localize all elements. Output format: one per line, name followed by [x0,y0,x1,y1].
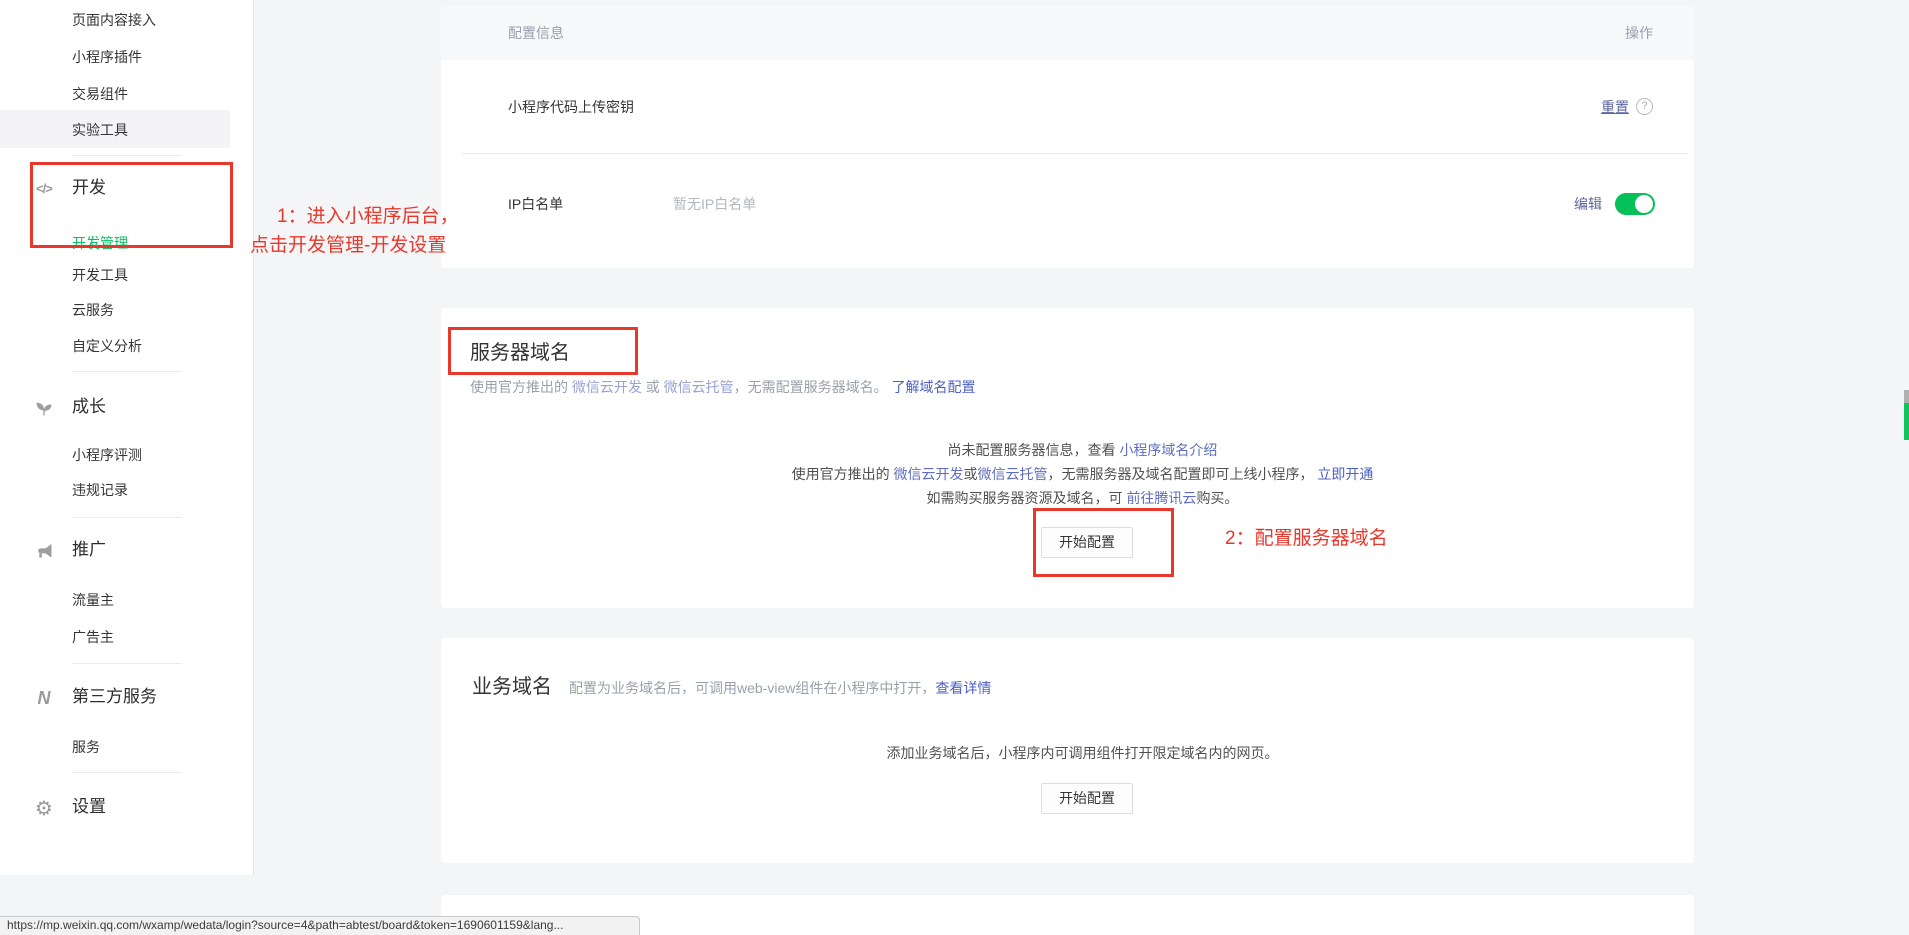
business-domain-start-config-button[interactable]: 开始配置 [1041,783,1133,814]
sidebar-item-plugin[interactable]: 小程序插件 [72,47,142,67]
server-domain-desc: 使用官方推出的 微信云开发 或 微信云托管，无需配置服务器域名。 了解域名配置 [470,377,976,397]
floating-widget-sliver[interactable] [1904,390,1909,440]
sidebar-section-settings[interactable]: ⚙ 设置 [0,794,253,820]
server-domain-card: 服务器域名 使用官方推出的 微信云开发 或 微信云托管，无需配置服务器域名。 了… [441,308,1694,608]
annotation-box-dev-menu [30,162,233,248]
business-domain-title: 业务域名 [472,670,552,699]
sidebar-item-trade[interactable]: 交易组件 [72,84,128,104]
megaphone-icon [31,540,57,562]
action-header: 操作 [1625,23,1653,43]
annotation-step2: 2：配置服务器域名 [1225,523,1388,550]
learn-domain-config-link[interactable]: 了解域名配置 [892,379,976,395]
sidebar-divider [72,371,182,372]
domain-intro-link[interactable]: 小程序域名介绍 [1119,442,1217,458]
ip-whitelist-toggle[interactable] [1615,193,1655,215]
config-info-card: 配置信息 操作 小程序代码上传密钥 重置 ? IP白名单 暂无IP白名单 编辑 [441,6,1694,268]
upload-key-label: 小程序代码上传密钥 [508,97,634,117]
upload-key-row: 小程序代码上传密钥 重置 ? [441,60,1694,153]
sidebar-item-service[interactable]: 服务 [72,737,100,757]
cloud-hosting-link[interactable]: 微信云托管 [664,379,734,395]
ip-whitelist-label: IP白名单 [508,194,673,214]
sidebar-item-dev-tools[interactable]: 开发工具 [72,265,128,285]
sidebar-item-advertiser[interactable]: 广告主 [72,627,114,647]
annotation-box-start-config [1033,508,1174,577]
floating-widget-top [1904,390,1909,403]
ip-whitelist-value: 暂无IP白名单 [673,194,756,214]
annotation-box-server-domain [448,327,638,375]
sprout-icon [31,397,57,419]
sidebar-divider [72,772,182,773]
sidebar-section-growth[interactable]: 成长 [0,394,253,420]
edit-link[interactable]: 编辑 [1574,194,1602,214]
gear-icon: ⚙ [31,797,57,819]
cloud-dev-link2[interactable]: 微信云开发 [894,466,964,482]
sidebar-section-promotion[interactable]: 推广 [0,537,253,563]
empty-line1: 尚未配置服务器信息，查看 小程序域名介绍 [471,438,1694,462]
sidebar-divider [72,155,182,156]
reset-link[interactable]: 重置 [1601,97,1629,117]
sidebar-item-custom-analysis[interactable]: 自定义分析 [72,336,142,356]
server-domain-empty-state: 尚未配置服务器信息，查看 小程序域名介绍 使用官方推出的 微信云开发或微信云托管… [471,438,1694,510]
cloud-dev-link[interactable]: 微信云开发 [572,379,642,395]
sidebar-item-page-content[interactable]: 页面内容接入 [72,10,156,30]
sidebar-divider [72,517,182,518]
floating-widget-green [1904,403,1909,440]
empty-line2: 使用官方推出的 微信云开发或微信云托管，无需服务器及域名配置即可上线小程序， 立… [471,462,1694,486]
view-details-link[interactable]: 查看详情 [935,680,991,696]
sidebar-item-cloud[interactable]: 云服务 [72,300,114,320]
empty-line3: 如需购买服务器资源及域名，可 前往腾讯云购买。 [471,486,1694,510]
business-domain-desc: 配置为业务域名后，可调用web-view组件在小程序中打开，查看详情 [569,678,991,698]
ip-whitelist-row: IP白名单 暂无IP白名单 编辑 [441,154,1694,268]
sidebar-divider [72,663,182,664]
business-domain-card: 业务域名 配置为业务域名后，可调用web-view组件在小程序中打开，查看详情 … [441,638,1694,863]
tencent-cloud-link[interactable]: 前往腾讯云 [1126,490,1196,506]
config-info-header: 配置信息 [508,23,564,43]
sidebar-item-lab-tools[interactable]: 实验工具 [72,120,128,140]
sidebar-item-mp-evaluation[interactable]: 小程序评测 [72,445,142,465]
config-table-header: 配置信息 操作 [441,6,1694,60]
sidebar-item-violation-record[interactable]: 违规记录 [72,480,128,500]
cloud-hosting-link2[interactable]: 微信云托管 [978,466,1048,482]
sidebar-item-traffic-owner[interactable]: 流量主 [72,590,114,610]
sidebar: 页面内容接入 小程序插件 交易组件 实验工具 </> 开发 开发管理 开发工具 … [0,0,254,875]
toggle-knob [1635,195,1653,213]
help-icon[interactable]: ? [1636,98,1653,115]
business-domain-empty-text: 添加业务域名后，小程序内可调用组件打开限定域名内的网页。 [471,743,1694,763]
link-preview-statusbar: https://mp.weixin.qq.com/wxamp/wedata/lo… [0,916,640,935]
sidebar-section-third-party[interactable]: N 第三方服务 [0,684,253,710]
third-party-icon: N [31,687,57,709]
activate-now-link[interactable]: 立即开通 [1317,466,1373,482]
annotation-step1: 1：进入小程序后台， 点击开发管理-开发设置 [250,202,459,260]
